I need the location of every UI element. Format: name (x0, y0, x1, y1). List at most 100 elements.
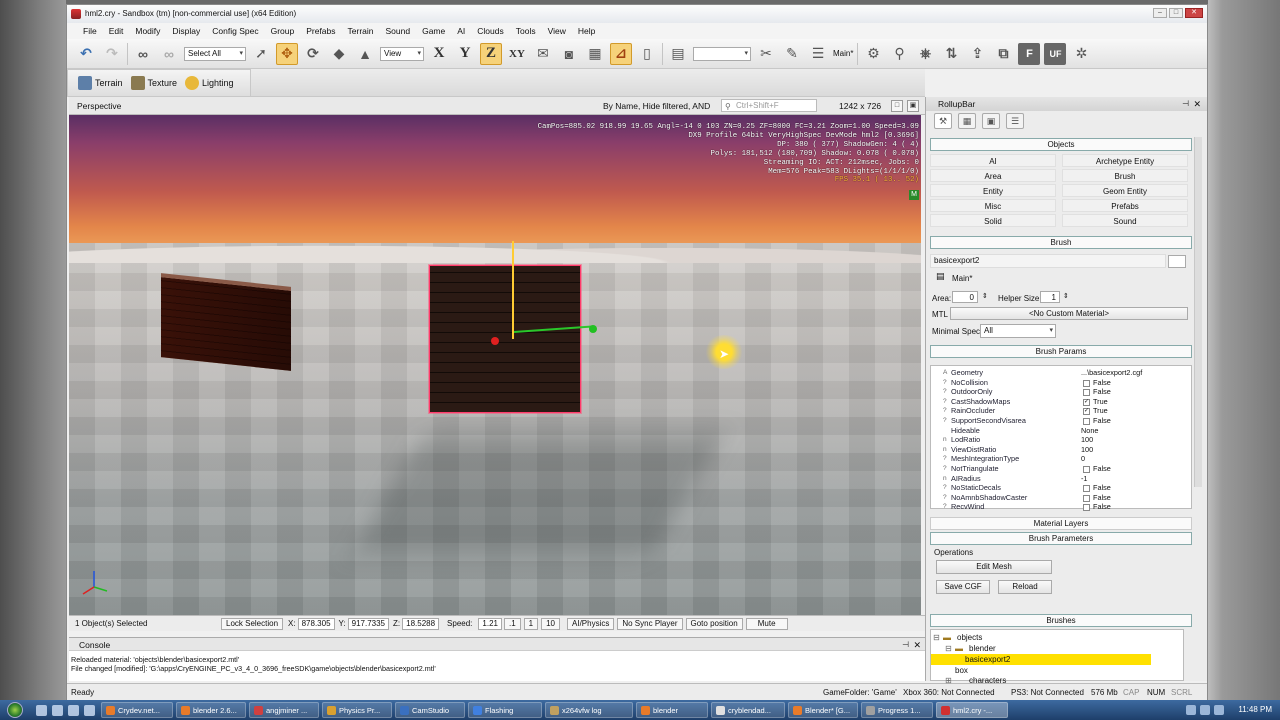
lighting-button[interactable]: Lighting (185, 76, 234, 90)
object-button-entity[interactable]: Entity (930, 184, 1056, 197)
minimal-spec-select[interactable]: All (980, 324, 1056, 338)
layers-icon[interactable]: ☰ (807, 43, 829, 65)
taskbar-button[interactable]: CamStudio (395, 702, 465, 718)
color-swatch[interactable] (1168, 255, 1186, 268)
gizmo-x-handle[interactable] (491, 337, 499, 345)
angle-snap-icon[interactable]: ⊿ (610, 42, 632, 65)
console-output[interactable]: Reloaded material: 'objects\blender\basi… (69, 651, 925, 681)
tray-icon[interactable] (1200, 705, 1210, 715)
delete-selection-icon[interactable]: ✂ (755, 43, 777, 65)
area-spinner-icon[interactable]: ⇕ (982, 292, 988, 300)
flowgraph-button[interactable]: F (1018, 42, 1041, 65)
terrain-button[interactable]: Terrain (78, 76, 123, 90)
mail-icon[interactable]: ✉ (532, 43, 554, 65)
scale-tool-icon[interactable]: ◆ (328, 43, 350, 65)
property-row[interactable]: ? CastShadowMaps ✓ True (931, 397, 1191, 407)
3d-viewport[interactable]: ➤ CamPos=885.02 918.99 19.65 Angl=-14 0 … (69, 115, 921, 615)
object-button-archetype-entity[interactable]: Archetype Entity (1062, 154, 1188, 167)
settings-wheel-icon[interactable]: ✲ (1070, 43, 1092, 65)
menu-terrain[interactable]: Terrain (342, 26, 380, 36)
rollup-close-icon[interactable]: ✕ (1193, 97, 1201, 111)
taskbar-button[interactable]: blender 2.6... (176, 702, 246, 718)
property-row[interactable]: ? SupportSecondVisarea False (931, 416, 1191, 426)
viewport-filter[interactable]: By Name, Hide filtered, AND (603, 97, 710, 115)
axis-xy-button[interactable]: XY (506, 43, 528, 65)
axis-x-button[interactable]: X (428, 43, 450, 65)
layers-tab-icon[interactable]: ☰ (1006, 113, 1024, 129)
property-value[interactable]: 100 (1081, 435, 1093, 445)
tree-item-basicexport2[interactable]: basicexport2 (931, 654, 1151, 665)
grid-icon[interactable]: ▦ (584, 43, 606, 65)
speed-field[interactable]: 1.21 (478, 617, 502, 630)
property-row[interactable]: n AIRadius -1 (931, 474, 1191, 484)
menu-prefabs[interactable]: Prefabs (300, 26, 341, 36)
tray-icon[interactable] (1214, 705, 1224, 715)
layer-editor-icon[interactable]: ▤ (667, 43, 689, 65)
objects-tab-icon[interactable]: ⚒ (934, 113, 952, 129)
menu-tools[interactable]: Tools (510, 26, 542, 36)
property-checkbox[interactable] (1083, 466, 1090, 473)
move-tool-icon[interactable]: ✥ (276, 42, 298, 65)
ruler-icon[interactable]: ▯ (636, 43, 658, 65)
taskbar-button[interactable]: Blender* [G... (788, 702, 858, 718)
terrain-snap-icon[interactable]: ▲ (354, 43, 376, 65)
brush-section-header[interactable]: Brush (930, 236, 1192, 249)
menu-display[interactable]: Display (166, 26, 206, 36)
link-icon[interactable]: ∞ (132, 43, 154, 65)
viewport-title[interactable]: Perspective (77, 101, 121, 111)
lock-selection-button[interactable]: Lock Selection (221, 617, 284, 630)
tree-toggle-icon[interactable]: ⊞ (945, 675, 952, 686)
display-tab-icon[interactable]: ▣ (982, 113, 1000, 129)
gizmo-z-axis[interactable] (512, 241, 514, 339)
custom-material-button[interactable]: <No Custom Material> (950, 307, 1188, 320)
object-button-sound[interactable]: Sound (1062, 214, 1188, 227)
property-checkbox[interactable] (1083, 494, 1090, 502)
objects-section-header[interactable]: Objects (930, 138, 1192, 151)
helper-spinner-icon[interactable]: ⇕ (1063, 292, 1069, 300)
property-row[interactable]: ? RecvWind False (931, 502, 1191, 512)
taskbar-button[interactable]: Progress 1... (861, 702, 933, 718)
tree-toggle-icon[interactable]: ⊟ (945, 643, 952, 654)
property-value[interactable]: False (1093, 378, 1111, 388)
menu-file[interactable]: File (77, 26, 103, 36)
axis-y-button[interactable]: Y (454, 43, 476, 65)
taskbar-button[interactable]: Physics Pr... (322, 702, 392, 718)
speed-preset-10[interactable]: 10 (541, 617, 561, 630)
pin-icon[interactable]: ⊣ (902, 638, 909, 652)
property-row[interactable]: Hideable None (931, 426, 1191, 436)
align-icon[interactable]: ⇅ (940, 43, 962, 65)
terrain-tab-icon[interactable]: ▦ (958, 113, 976, 129)
edit-mesh-button[interactable]: Edit Mesh (936, 560, 1052, 574)
select-mode-combo[interactable]: Select All (184, 46, 246, 61)
menu-group[interactable]: Group (265, 26, 301, 36)
property-value[interactable]: False (1093, 483, 1111, 493)
property-checkbox[interactable]: ✓ (1083, 408, 1090, 416)
taskbar-button[interactable]: hml2.cry -... (936, 702, 1008, 718)
object-button-brush[interactable]: Brush (1062, 169, 1188, 182)
redo-icon[interactable]: ↷ (101, 43, 123, 65)
close-button[interactable]: ✕ (1185, 8, 1203, 18)
area-field[interactable]: 0 (952, 291, 978, 303)
menu-game[interactable]: Game (416, 26, 451, 36)
taskbar-button[interactable]: angjminer ... (249, 702, 319, 718)
quick-launch-icon[interactable] (52, 704, 63, 716)
property-row[interactable]: ? RainOccluder ✓ True (931, 406, 1191, 416)
menu-ai[interactable]: AI (451, 26, 471, 36)
menu-view[interactable]: View (542, 26, 572, 36)
property-checkbox[interactable] (1083, 504, 1090, 512)
viewport-search-input[interactable]: ⚲ Ctrl+Shift+F (721, 99, 817, 112)
current-layer-label[interactable]: Main* (833, 49, 853, 58)
rotate-tool-icon[interactable]: ⟳ (302, 43, 324, 65)
property-row[interactable]: ? NoStaticDecals False (931, 483, 1191, 493)
brushes-section-header[interactable]: Brushes (930, 614, 1192, 627)
z-position-field[interactable]: 18.5288 (402, 617, 440, 630)
speed-preset-01[interactable]: .1 (503, 617, 521, 630)
camera-icon[interactable]: ◙ (558, 43, 580, 65)
undo-icon[interactable]: ↶ (75, 43, 97, 65)
ai-physics-button[interactable]: AI/Physics (567, 617, 615, 630)
goto-position-button[interactable]: Goto position (685, 617, 743, 630)
reload-button[interactable]: Reload (998, 580, 1052, 594)
view-combo[interactable]: View (380, 46, 424, 61)
taskbar-button[interactable]: cryblendad... (711, 702, 785, 718)
brush-name-field[interactable]: basicexport2 (930, 254, 1166, 268)
